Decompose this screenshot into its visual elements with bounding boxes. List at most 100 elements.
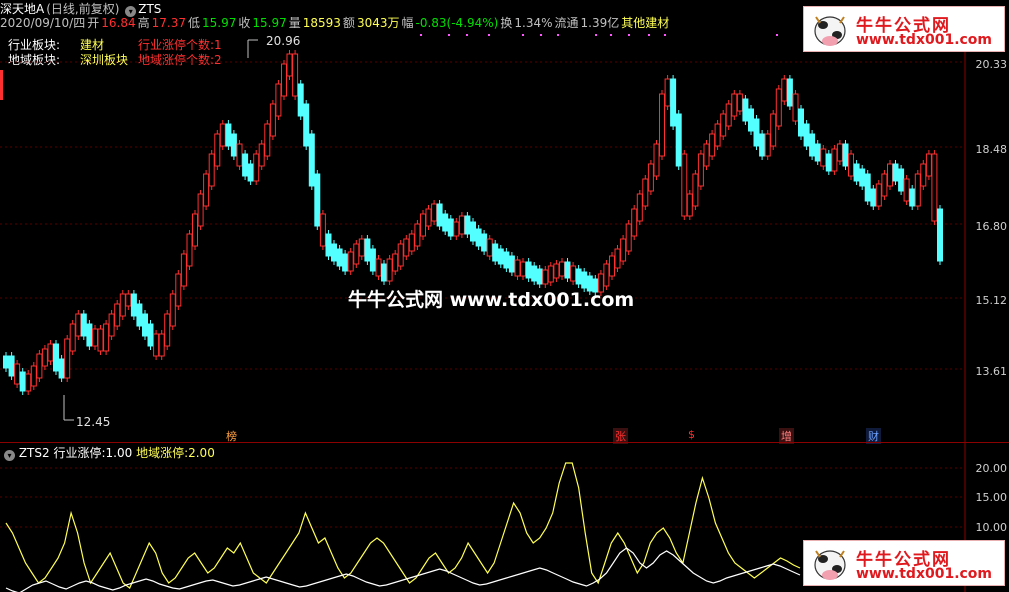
candle-body[interactable] — [147, 323, 154, 347]
candle-body[interactable] — [853, 163, 860, 182]
candle-body[interactable] — [180, 253, 187, 287]
candle-body[interactable] — [192, 213, 198, 247]
candle-body[interactable] — [697, 153, 704, 187]
candle-body[interactable] — [670, 78, 677, 127]
candle-body[interactable] — [286, 53, 293, 77]
candle-body[interactable] — [564, 261, 571, 279]
candle-body[interactable] — [709, 133, 716, 157]
candle-body[interactable] — [3, 355, 9, 369]
candle-body[interactable] — [681, 153, 688, 217]
candle-body[interactable] — [369, 248, 376, 272]
candle-body[interactable] — [925, 153, 932, 177]
candle-body[interactable] — [714, 123, 721, 147]
candle-body[interactable] — [242, 153, 249, 177]
candle-body[interactable] — [197, 193, 204, 227]
candle-body[interactable] — [103, 323, 110, 352]
candle-body[interactable] — [620, 238, 627, 262]
candle-body[interactable] — [631, 208, 638, 237]
candle-body[interactable] — [692, 173, 699, 207]
candle-body[interactable] — [892, 163, 899, 182]
candle-body[interactable] — [614, 248, 621, 269]
candle-body[interactable] — [659, 93, 665, 157]
candle-body[interactable] — [570, 265, 577, 282]
candle-body[interactable] — [258, 143, 265, 167]
candle-body[interactable] — [247, 163, 254, 182]
candle-body[interactable] — [336, 248, 343, 267]
candle-body[interactable] — [609, 255, 615, 277]
candle-body[interactable] — [809, 133, 816, 157]
candle-body[interactable] — [303, 103, 310, 147]
candle-body[interactable] — [386, 258, 393, 282]
candle-body[interactable] — [47, 343, 54, 362]
event-tag-dollar[interactable]: $ — [686, 428, 697, 441]
candle-body[interactable] — [14, 363, 21, 385]
candle-body[interactable] — [536, 268, 543, 285]
candle-body[interactable] — [264, 123, 271, 157]
candle-body[interactable] — [8, 355, 15, 377]
candle-body[interactable] — [281, 63, 287, 97]
candle-body[interactable] — [381, 263, 387, 282]
candle-body[interactable] — [814, 143, 821, 162]
candle-body[interactable] — [92, 328, 98, 347]
candle-body[interactable] — [764, 133, 771, 157]
candle-body[interactable] — [664, 78, 671, 107]
candle-body[interactable] — [403, 238, 410, 257]
candle-body[interactable] — [920, 163, 927, 187]
candlestick-chart[interactable]: 20.96 12.45 — [0, 0, 1009, 442]
candle-body[interactable] — [431, 203, 438, 222]
candle-body[interactable] — [481, 233, 488, 252]
candle-body[interactable] — [781, 78, 788, 102]
candle-body[interactable] — [753, 118, 760, 147]
candle-body[interactable] — [475, 228, 482, 247]
candle-body[interactable] — [514, 259, 521, 277]
candle-body[interactable] — [75, 313, 82, 337]
candle-body[interactable] — [831, 148, 838, 172]
candle-body[interactable] — [937, 208, 943, 262]
candle-body[interactable] — [19, 371, 26, 392]
candle-body[interactable] — [230, 133, 237, 157]
candle-body[interactable] — [331, 243, 337, 262]
candle-body[interactable] — [420, 213, 426, 237]
candle-body[interactable] — [364, 238, 371, 262]
candle-body[interactable] — [314, 173, 321, 227]
candle-body[interactable] — [836, 143, 843, 162]
candle-body[interactable] — [875, 183, 882, 207]
candle-body[interactable] — [392, 253, 399, 272]
candle-body[interactable] — [898, 168, 905, 192]
candle-body[interactable] — [153, 333, 160, 357]
candle-body[interactable] — [520, 261, 526, 277]
candle-body[interactable] — [775, 88, 782, 127]
candle-body[interactable] — [731, 93, 738, 117]
candle-body[interactable] — [130, 293, 137, 317]
candle-body[interactable] — [108, 313, 115, 337]
candle-body[interactable] — [503, 251, 510, 269]
candle-body[interactable] — [319, 213, 326, 247]
candle-body[interactable] — [86, 323, 93, 347]
candle-body[interactable] — [125, 293, 132, 307]
candle-body[interactable] — [58, 358, 65, 379]
candle-body[interactable] — [142, 313, 148, 337]
candle-body[interactable] — [425, 208, 432, 227]
candle-body[interactable] — [203, 173, 210, 207]
candle-body[interactable] — [820, 148, 827, 167]
candle-body[interactable] — [508, 255, 515, 273]
candle-body[interactable] — [792, 93, 799, 122]
candle-body[interactable] — [442, 213, 449, 232]
candle-body[interactable] — [219, 123, 226, 147]
candle-body[interactable] — [553, 263, 560, 279]
candle-body[interactable] — [486, 238, 493, 257]
candle-body[interactable] — [353, 243, 360, 265]
candle-body[interactable] — [531, 265, 538, 282]
candle-body[interactable] — [208, 153, 215, 187]
candle-body[interactable] — [69, 323, 76, 352]
candle-body[interactable] — [175, 273, 182, 307]
candle-body[interactable] — [803, 123, 810, 147]
candle-body[interactable] — [41, 348, 48, 367]
candle-body[interactable] — [748, 108, 754, 132]
candle-body[interactable] — [119, 293, 126, 317]
candle-body[interactable] — [903, 178, 910, 202]
candle-body[interactable] — [375, 258, 382, 277]
candle-body[interactable] — [887, 163, 893, 187]
candle-body[interactable] — [30, 365, 37, 387]
candle-body[interactable] — [864, 173, 871, 202]
